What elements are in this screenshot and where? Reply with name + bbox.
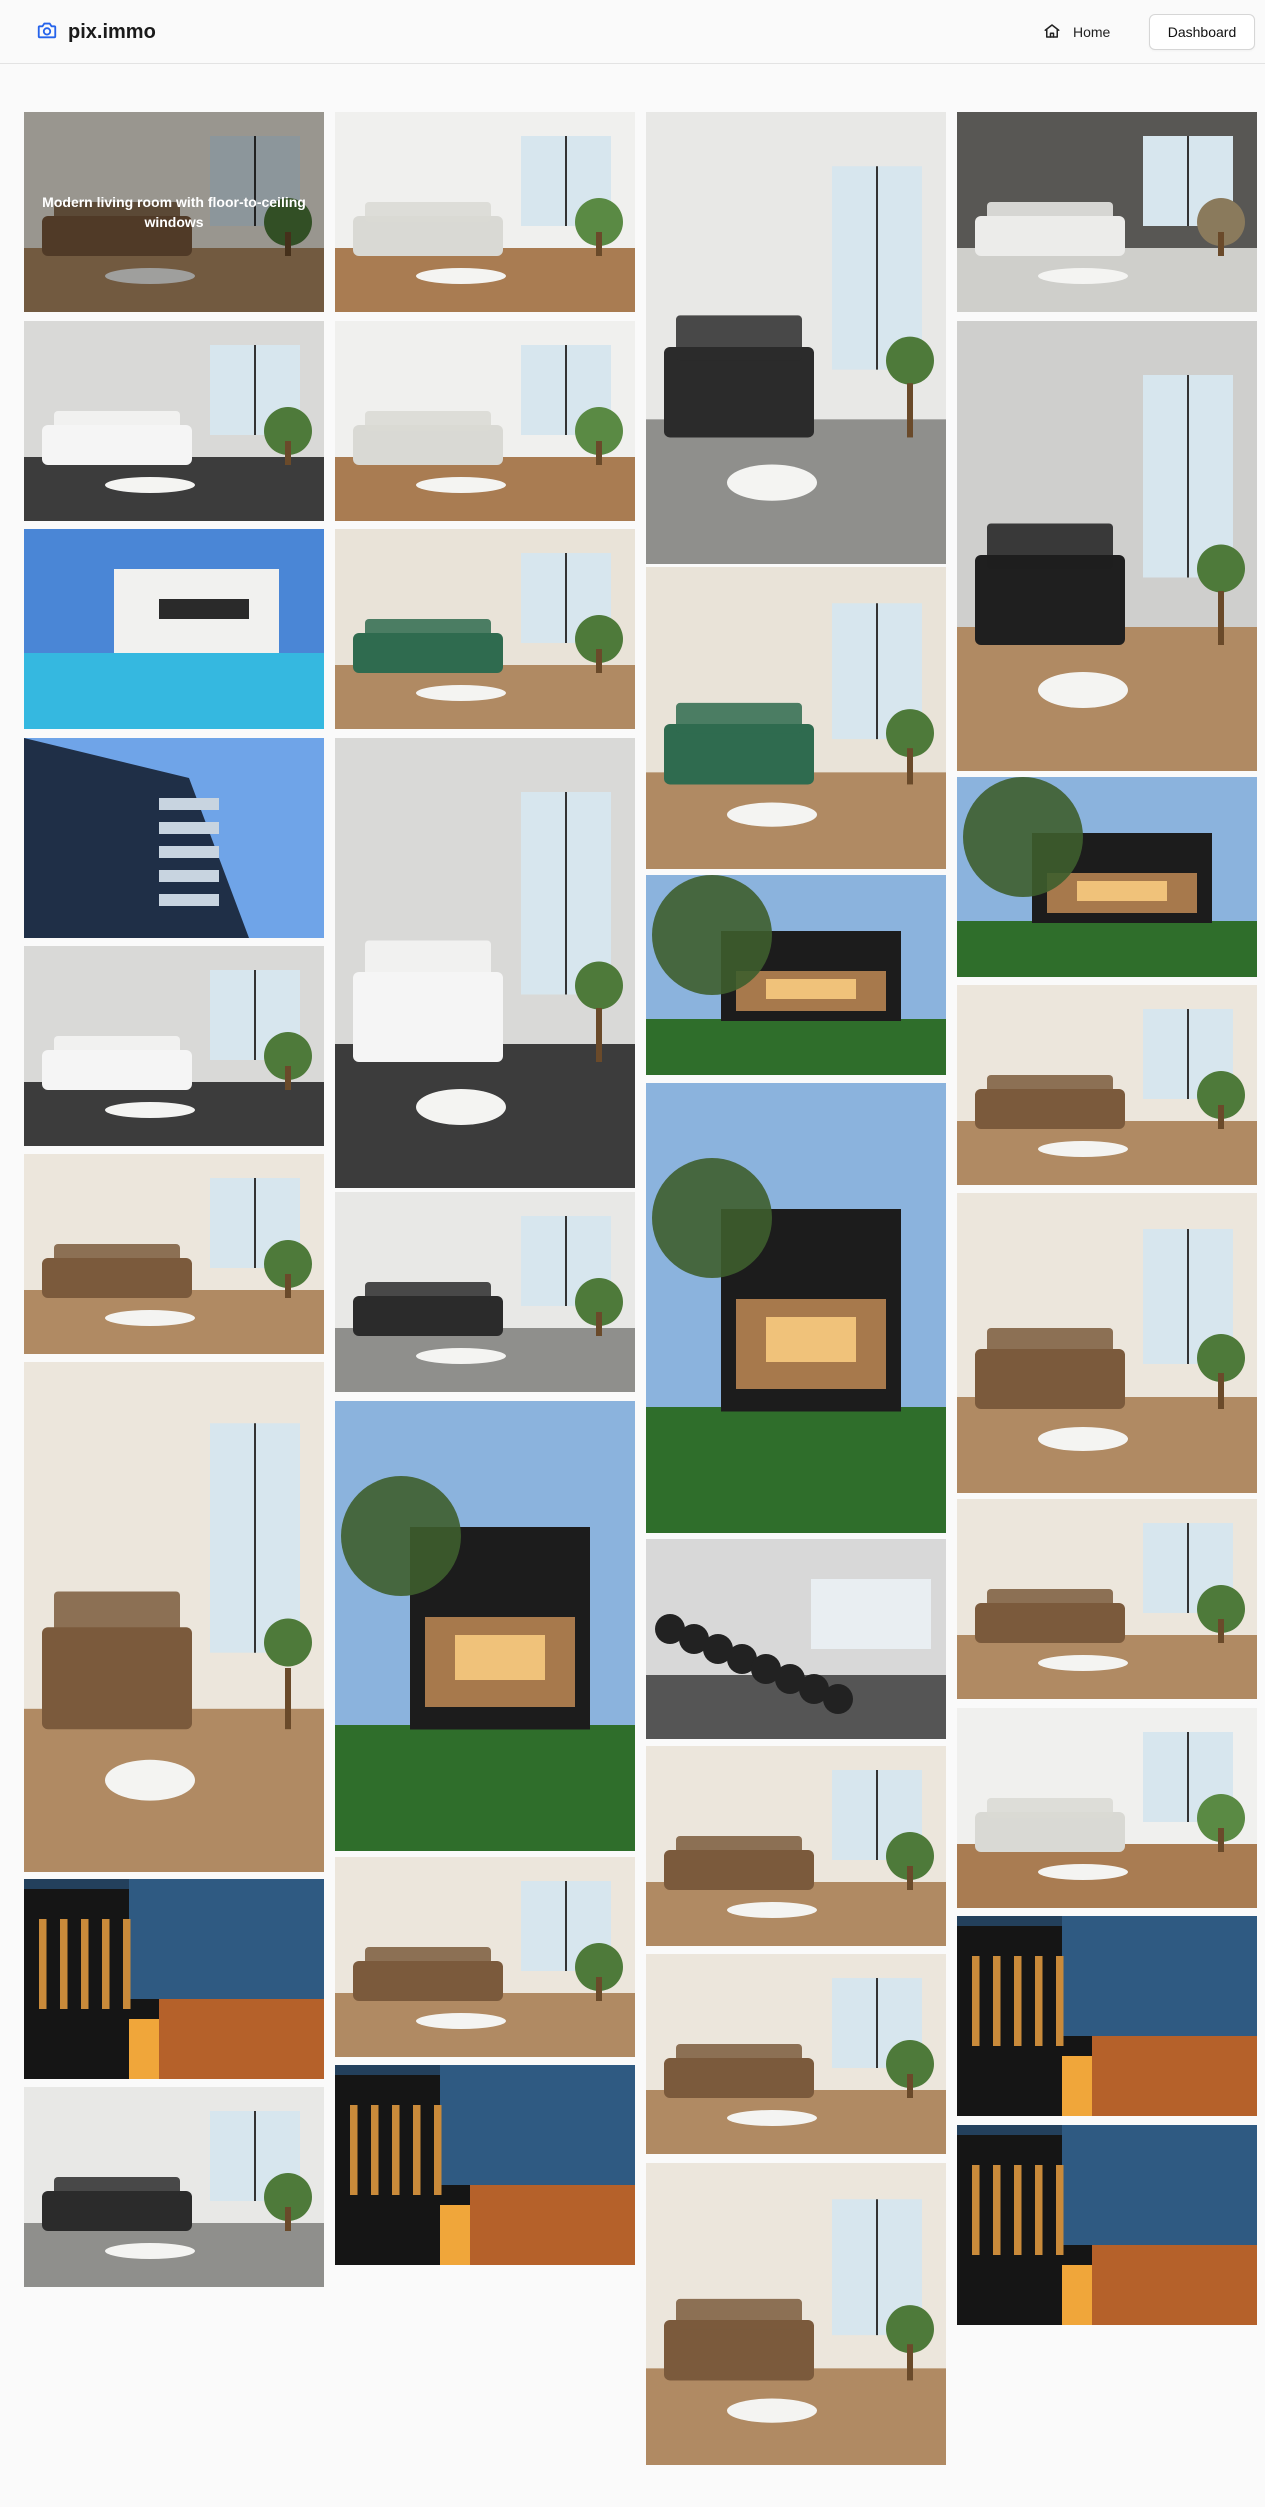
photo-image — [335, 1401, 635, 1851]
gallery-photo-living-room[interactable] — [335, 1857, 635, 2057]
photo-image — [24, 738, 324, 938]
gallery-photo-living-room[interactable] — [24, 1362, 324, 1872]
photo-image — [646, 1083, 946, 1533]
photo-image — [335, 2065, 635, 2265]
top-header: pix.immo Home Dashboard — [0, 0, 1265, 64]
gallery-photo-facade-night[interactable] — [24, 1879, 324, 2079]
gallery-photo-house-exterior[interactable] — [957, 777, 1257, 977]
gallery-photo-living-room[interactable]: Modern living room with floor-to-ceiling… — [24, 112, 324, 312]
photo-image — [24, 946, 324, 1146]
photo-image — [646, 2163, 946, 2465]
nav-home-link[interactable]: Home — [1043, 20, 1110, 44]
gallery-photo-gym[interactable] — [646, 1539, 946, 1739]
gallery-photo-living-room[interactable] — [957, 985, 1257, 1185]
photo-image — [957, 777, 1257, 977]
gallery-photo-dining-room[interactable] — [646, 567, 946, 869]
photo-image — [957, 2125, 1257, 2325]
photo-image — [335, 529, 635, 729]
gallery-photo-bedroom[interactable] — [957, 112, 1257, 312]
photo-image — [646, 875, 946, 1075]
gallery-photo-open-plan-living[interactable] — [335, 1192, 635, 1392]
photo-image — [646, 1746, 946, 1946]
photo-caption: Modern living room with floor-to-ceiling… — [24, 112, 324, 312]
gallery-photo-apartment-facade[interactable] — [24, 738, 324, 938]
gallery-photo-villa-pool[interactable] — [24, 529, 324, 729]
gallery-photo-bathroom[interactable] — [24, 946, 324, 1146]
gallery-photo-living-room[interactable] — [646, 2163, 946, 2465]
dashboard-button[interactable]: Dashboard — [1149, 14, 1255, 50]
gallery-photo-facade-night[interactable] — [957, 1916, 1257, 2116]
photo-image — [335, 321, 635, 521]
gallery-photo-living-room[interactable] — [957, 1193, 1257, 1493]
photo-image — [957, 985, 1257, 1185]
gallery-photo-open-plan-living[interactable] — [646, 112, 946, 564]
photo-image — [957, 321, 1257, 771]
gallery-photo-open-plan-living[interactable] — [24, 2087, 324, 2287]
photo-image — [335, 738, 635, 1188]
gallery-photo-facade-night[interactable] — [957, 2125, 1257, 2325]
gallery-photo-house-exterior[interactable] — [646, 875, 946, 1075]
photo-image — [335, 112, 635, 312]
photo-image — [24, 1879, 324, 2079]
home-icon — [1043, 22, 1061, 43]
photo-image — [24, 2087, 324, 2287]
photo-image — [24, 1154, 324, 1354]
photo-image — [646, 112, 946, 564]
gallery-photo-living-room[interactable] — [646, 1954, 946, 2154]
gallery-photo-living-room[interactable] — [957, 1499, 1257, 1699]
photo-image — [957, 1499, 1257, 1699]
photo-image — [24, 321, 324, 521]
photo-image — [646, 567, 946, 869]
gallery-photo-bathroom[interactable] — [335, 738, 635, 1188]
brand-name: pix.immo — [68, 20, 156, 43]
photo-image — [335, 1857, 635, 2057]
photo-image — [646, 1954, 946, 2154]
camera-icon — [36, 19, 58, 46]
gallery-photo-kitchen[interactable] — [335, 112, 635, 312]
photo-image — [646, 1539, 946, 1739]
gallery-photo-bathroom[interactable] — [24, 321, 324, 521]
gallery-photo-house-exterior[interactable] — [335, 1401, 635, 1851]
gallery-photo-staircase-dining[interactable] — [957, 321, 1257, 771]
gallery-photo-dining-room[interactable] — [335, 529, 635, 729]
photo-image — [335, 1192, 635, 1392]
gallery-photo-facade-night[interactable] — [335, 2065, 635, 2265]
photo-image — [957, 1193, 1257, 1493]
gallery-photo-living-room[interactable] — [646, 1746, 946, 1946]
photo-image — [957, 112, 1257, 312]
gallery-photo-kitchen[interactable] — [957, 1708, 1257, 1908]
photo-image — [957, 1916, 1257, 2116]
gallery-photo-house-exterior[interactable] — [646, 1083, 946, 1533]
brand-logo[interactable]: pix.immo — [36, 18, 156, 46]
photo-image — [24, 529, 324, 729]
photo-image — [24, 1362, 324, 1872]
photo-image — [957, 1708, 1257, 1908]
nav-home-label: Home — [1073, 24, 1111, 40]
gallery-photo-kitchen[interactable] — [335, 321, 635, 521]
gallery-photo-living-room[interactable] — [24, 1154, 324, 1354]
